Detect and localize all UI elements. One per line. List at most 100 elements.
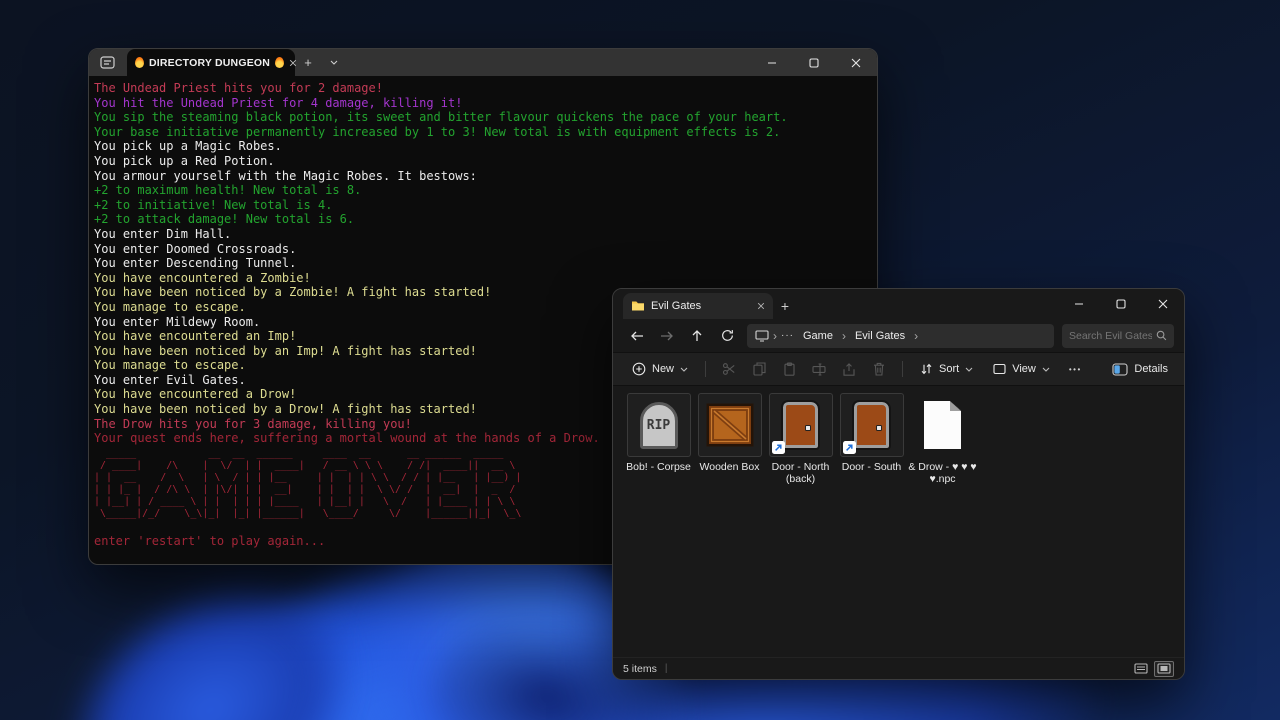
new-tab-button[interactable]: + (295, 49, 321, 76)
chevron-right-icon[interactable]: › (842, 331, 846, 341)
share-icon[interactable] (834, 356, 864, 382)
chevron-right-icon[interactable]: › (773, 331, 777, 341)
file-label: Bob! - Corpse (626, 461, 691, 473)
terminal-line: You hit the Undead Priest for 4 damage, … (94, 96, 871, 111)
address-bar: › ··· Game › Evil Gates › (613, 319, 1184, 352)
toolbar-divider (705, 361, 706, 377)
shortcut-arrow-icon (772, 441, 785, 454)
terminal-line: The Undead Priest hits you for 2 damage! (94, 81, 871, 96)
details-pane-label: Details (1134, 363, 1168, 375)
terminal-line: You enter Descending Tunnel. (94, 256, 871, 271)
sort-icon (920, 363, 933, 375)
chevron-right-icon[interactable]: › (914, 331, 918, 341)
breadcrumb-overflow[interactable]: ··· (781, 330, 794, 341)
details-view-icon[interactable] (1131, 661, 1151, 677)
terminal-line: +2 to initiative! New total is 4. (94, 198, 871, 213)
command-bar: New Sort View ••• Details (613, 352, 1184, 386)
terminal-line: You pick up a Red Potion. (94, 154, 871, 169)
file-label: Wooden Box (700, 461, 760, 473)
terminal-titlebar[interactable]: DIRECTORY DUNGEON + (89, 49, 877, 76)
crate-icon (706, 403, 754, 447)
chevron-down-icon (1042, 367, 1050, 372)
status-divider: | (665, 663, 668, 674)
explorer-tab-label: Evil Gates (651, 300, 701, 312)
breadcrumb-item[interactable]: Game (798, 330, 838, 342)
chevron-down-icon (965, 367, 973, 372)
delete-icon[interactable] (864, 356, 894, 382)
search-icon[interactable] (1156, 330, 1167, 341)
shortcut-arrow-icon (843, 441, 856, 454)
file-item[interactable]: & Drow - ♥ ♥ ♥ ♥.npc (907, 393, 978, 485)
terminal-tab-title: DIRECTORY DUNGEON (149, 57, 270, 69)
file-item[interactable]: Wooden Box (694, 393, 765, 473)
monitor-icon[interactable] (755, 330, 769, 342)
copy-icon[interactable] (744, 356, 774, 382)
terminal-line: You armour yourself with the Magic Robes… (94, 169, 871, 184)
more-options-button[interactable]: ••• (1061, 356, 1090, 382)
flame-icon (135, 57, 144, 68)
paste-icon[interactable] (774, 356, 804, 382)
terminal-line: You enter Dim Hall. (94, 227, 871, 242)
sort-button[interactable]: Sort (911, 356, 982, 382)
search-input[interactable] (1069, 330, 1152, 342)
file-thumbnail (769, 393, 833, 457)
file-item[interactable]: Door - South (836, 393, 907, 473)
file-icon (924, 401, 961, 449)
explorer-tabstrip[interactable]: Evil Gates + (613, 289, 1184, 319)
terminal-line: Your base initiative permanently increas… (94, 125, 871, 140)
close-tab-icon[interactable] (757, 302, 765, 310)
up-button[interactable] (683, 323, 711, 349)
file-label: Door - North (back) (765, 461, 836, 485)
breadcrumb[interactable]: › ··· Game › Evil Gates › (747, 324, 1054, 348)
terminal-line: +2 to maximum health! New total is 8. (94, 183, 871, 198)
view-button[interactable]: View (984, 356, 1059, 382)
file-label: Door - South (842, 461, 902, 473)
file-thumbnail (698, 393, 762, 457)
tombstone-icon: RIP (640, 402, 678, 449)
new-button[interactable]: New (623, 356, 697, 382)
terminal-line: You sip the steaming black potion, its s… (94, 110, 871, 125)
terminal-menu-icon[interactable] (89, 49, 125, 76)
terminal-line: You enter Doomed Crossroads. (94, 242, 871, 257)
chevron-down-icon (680, 367, 688, 372)
maximize-button[interactable] (793, 49, 835, 76)
forward-button[interactable] (653, 323, 681, 349)
view-icon (993, 363, 1006, 375)
door-icon (783, 402, 818, 448)
plus-circle-icon (632, 362, 646, 376)
tab-dropdown-button[interactable] (321, 49, 347, 76)
file-thumbnail (911, 393, 975, 457)
file-thumbnail (840, 393, 904, 457)
details-pane-icon (1112, 363, 1128, 376)
search-box[interactable] (1062, 324, 1174, 348)
maximize-button[interactable] (1100, 289, 1142, 319)
refresh-button[interactable] (713, 323, 741, 349)
close-button[interactable] (835, 49, 877, 76)
file-item[interactable]: Door - North (back) (765, 393, 836, 485)
thumbnail-view-icon[interactable] (1154, 661, 1174, 677)
close-button[interactable] (1142, 289, 1184, 319)
file-item[interactable]: RIP Bob! - Corpse (623, 393, 694, 473)
file-explorer-window: Evil Gates + (612, 288, 1185, 680)
status-bar: 5 items | (613, 657, 1184, 679)
new-tab-button[interactable]: + (773, 293, 797, 319)
rename-icon[interactable] (804, 356, 834, 382)
minimize-button[interactable] (751, 49, 793, 76)
view-button-label: View (1012, 363, 1036, 375)
explorer-tab[interactable]: Evil Gates (623, 293, 773, 319)
terminal-tab[interactable]: DIRECTORY DUNGEON (127, 49, 295, 76)
file-label: & Drow - ♥ ♥ ♥ ♥.npc (907, 461, 978, 485)
cut-icon[interactable] (714, 356, 744, 382)
details-pane-button[interactable]: Details (1106, 363, 1174, 376)
back-button[interactable] (623, 323, 651, 349)
item-count: 5 items (623, 663, 657, 675)
new-button-label: New (652, 363, 674, 375)
sort-button-label: Sort (939, 363, 959, 375)
file-thumbnail: RIP (627, 393, 691, 457)
file-list[interactable]: RIP Bob! - Corpse Wooden Box Door - North (… (613, 386, 1184, 657)
terminal-line: You have encountered a Zombie! (94, 271, 871, 286)
flame-icon (275, 57, 284, 68)
minimize-button[interactable] (1058, 289, 1100, 319)
breadcrumb-item[interactable]: Evil Gates (850, 330, 910, 342)
toolbar-divider (902, 361, 903, 377)
